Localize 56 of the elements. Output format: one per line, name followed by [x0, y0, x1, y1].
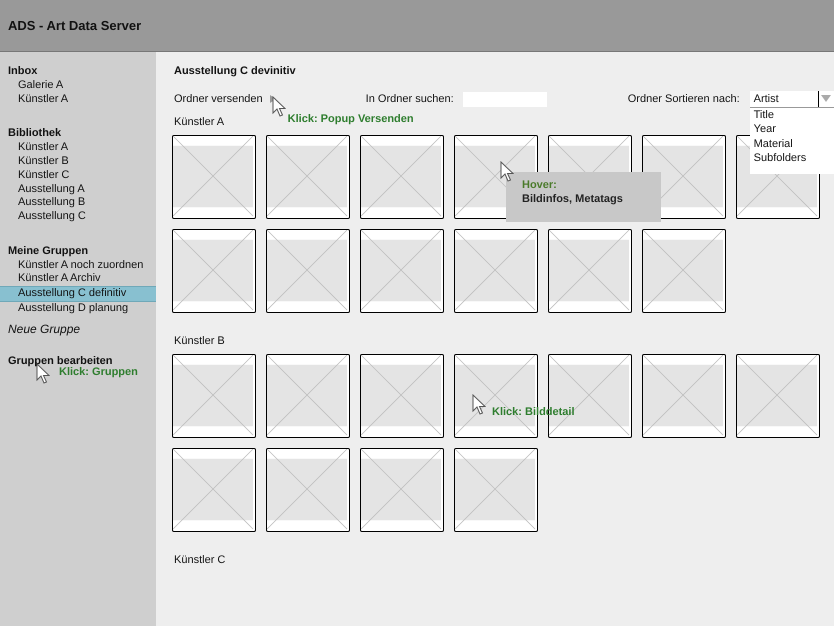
sidebar-item[interactable]: Galerie A — [0, 79, 156, 93]
search-label: In Ordner suchen: — [366, 92, 454, 107]
click-annotation: Klick: Popup Versenden — [288, 112, 414, 127]
cursor-icon — [472, 394, 486, 416]
dropdown-option[interactable]: Material — [750, 136, 834, 151]
image-placeholder[interactable] — [548, 229, 632, 313]
sidebar-item[interactable]: Ausstellung B — [0, 196, 156, 210]
image-placeholder[interactable] — [266, 135, 350, 219]
sidebar-action[interactable]: Neue Gruppe — [8, 322, 80, 336]
image-placeholder[interactable] — [736, 354, 820, 438]
image-placeholder[interactable] — [454, 229, 538, 313]
sort-dropdown[interactable]: Artist — [750, 90, 834, 108]
sidebar-item[interactable]: Künstler A — [0, 141, 156, 156]
image-placeholder[interactable] — [266, 229, 350, 313]
image-placeholder[interactable] — [454, 448, 538, 532]
dropdown-option[interactable]: Year — [750, 122, 834, 136]
cursor-icon — [500, 161, 514, 183]
dropdown-option[interactable]: Subfolders — [750, 151, 834, 166]
sidebar-item[interactable]: Künstler C — [0, 168, 156, 183]
image-placeholder[interactable] — [360, 135, 444, 219]
tooltip-text: Bildinfos, Metatags — [522, 192, 624, 206]
sort-label: Ordner Sortieren nach: — [628, 92, 740, 107]
image-placeholder[interactable] — [266, 448, 350, 532]
send-label: Ordner versenden — [174, 92, 263, 107]
cursor-icon — [272, 96, 286, 118]
section-title: Künstler C — [174, 553, 226, 567]
app-title: ADS - Art Data Server — [8, 16, 142, 35]
image-placeholder[interactable] — [172, 229, 256, 313]
image-placeholder[interactable] — [360, 448, 444, 532]
sidebar-item[interactable]: Ausstellung D planung — [0, 302, 156, 316]
click-annotation: Klick: Gruppen — [59, 365, 138, 380]
sidebar-item[interactable]: Ausstellung C definitiv — [0, 286, 156, 302]
sidebar-item[interactable]: Künstler A noch zuordnen — [0, 258, 156, 272]
sidebar-item[interactable]: Ausstellung A — [0, 182, 156, 196]
image-placeholder[interactable] — [172, 448, 256, 532]
section-title: Künstler A — [174, 115, 224, 129]
sidebar-heading: Inbox — [7, 64, 38, 78]
image-placeholder[interactable] — [172, 135, 256, 219]
folder-title: Ausstellung C devinitiv — [174, 64, 297, 78]
sidebar-action[interactable]: Gruppen bearbeiten — [8, 355, 113, 368]
image-placeholder[interactable] — [642, 354, 726, 438]
sidebar-heading: Bibliothek — [7, 126, 62, 140]
sidebar-item[interactable]: Künstler B — [0, 155, 156, 169]
image-placeholder[interactable] — [360, 354, 444, 438]
section-title: Künstler B — [174, 334, 225, 348]
image-placeholder[interactable] — [360, 229, 444, 313]
image-placeholder[interactable] — [172, 354, 256, 438]
sidebar-item[interactable]: Künstler A Archiv — [0, 272, 156, 286]
image-placeholder[interactable] — [266, 354, 350, 438]
image-placeholder[interactable] — [642, 229, 726, 313]
sidebar-item[interactable]: Ausstellung C — [0, 210, 156, 224]
tooltip-title: Hover: — [522, 178, 558, 192]
dropdown-option[interactable]: Title — [750, 108, 834, 122]
caret-icon — [821, 95, 832, 102]
sidebar-item[interactable]: Künstler A — [0, 92, 156, 106]
sidebar-heading: Meine Gruppen — [7, 244, 90, 258]
